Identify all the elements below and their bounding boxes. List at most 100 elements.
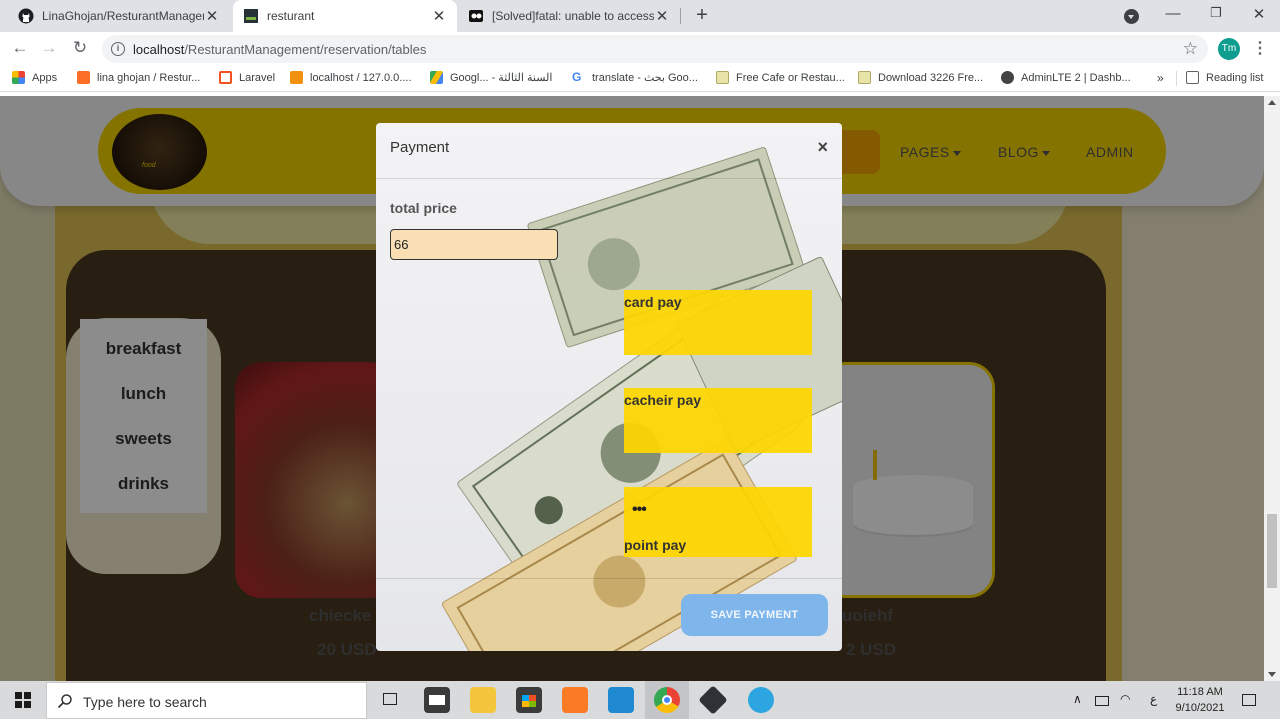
github-icon	[18, 8, 34, 24]
total-price-input[interactable]	[390, 229, 558, 260]
tab-resturant[interactable]: resturant ✕	[233, 0, 457, 32]
bookmark-label: Apps	[32, 71, 58, 84]
reading-list-label: Reading list	[1206, 71, 1264, 84]
bookmark-label: Free Cafe or Restau...	[736, 71, 845, 84]
tab-title: resturant	[267, 9, 315, 23]
image-icon	[858, 71, 871, 84]
wifi-icon[interactable]: ◠	[1120, 692, 1130, 706]
bookmark-laravel[interactable]: Laravel	[219, 71, 275, 84]
cashier-pay-option[interactable]: cacheir pay	[624, 388, 812, 453]
bookmark-gitlab[interactable]: lina ghojan / Restur...	[77, 71, 200, 84]
gitlab-icon	[77, 71, 90, 84]
xampp-icon[interactable]	[562, 687, 588, 713]
google-drive-icon	[430, 71, 443, 84]
bookmark-label: translate - بحث Goo...	[592, 72, 698, 84]
bookmark-translate[interactable]: Gtranslate - بحث Goo...	[572, 71, 698, 84]
url-host: localhost	[133, 42, 185, 57]
bookmark-adminlte[interactable]: AdminLTE 2 | Dashb...	[1001, 71, 1131, 84]
back-icon[interactable]: ←	[9, 38, 31, 58]
store-icon[interactable]	[516, 687, 542, 713]
reading-list[interactable]: Reading list	[1186, 71, 1263, 84]
modal-title: Payment	[390, 139, 450, 156]
tab-title: [Solved]fatal: unable to access : C	[492, 9, 654, 23]
card-pay-option[interactable]: card pay	[624, 290, 812, 355]
tab-solved[interactable]: [Solved]fatal: unable to access : C ✕	[458, 0, 680, 32]
window-close-icon[interactable]: ✕	[1249, 5, 1269, 23]
bookmark-apps[interactable]: Apps	[12, 71, 57, 84]
bookmarks-more-icon[interactable]: »	[1157, 71, 1164, 85]
taskbar-clock[interactable]: 11:18 AM 9/10/2021	[1170, 684, 1230, 716]
bookmark-label: Laravel	[239, 71, 276, 84]
tab-search-icon[interactable]	[1124, 9, 1139, 24]
new-tab-button[interactable]: +	[690, 4, 714, 27]
tab-close-icon[interactable]: ✕	[204, 7, 220, 25]
file-explorer-icon[interactable]	[470, 687, 496, 713]
url-path: /ResturantManagement/reservation/tables	[184, 42, 427, 57]
bookmark-phpmyadmin[interactable]: localhost / 127.0.0....	[290, 71, 412, 84]
apps-grid-icon	[12, 71, 25, 84]
modal-header: Payment ×	[376, 123, 842, 179]
bookmark-google-drive[interactable]: Googl... - السنة الثالثة	[430, 71, 552, 84]
bookmark-label: AdminLTE 2 | Dashb...	[1021, 71, 1131, 84]
page-icon	[244, 9, 258, 23]
windows-taskbar: Type here to search ∧ ◠ ع 11:18 AM 9/10/2…	[0, 681, 1280, 719]
tab-close-icon[interactable]: ✕	[654, 7, 670, 25]
bookmarks-bar: Apps lina ghojan / Restur... Laravel loc…	[0, 66, 1280, 92]
url-text: localhost/ResturantManagement/reservatio…	[133, 42, 426, 57]
restore-icon[interactable]: ❐	[1206, 5, 1226, 21]
page-scrollbar[interactable]	[1264, 96, 1280, 681]
reading-list-icon	[1186, 71, 1199, 84]
bookmark-free-cafe[interactable]: Free Cafe or Restau...	[716, 71, 845, 84]
dots-icon: •••	[632, 501, 647, 518]
clock-time: 11:18 AM	[1177, 686, 1223, 698]
forward-icon[interactable]: →	[38, 38, 60, 58]
bookmark-label: Googl... - السنة الثالثة	[450, 72, 553, 84]
profile-avatar[interactable]: Tm	[1218, 38, 1240, 60]
battery-icon[interactable]	[1095, 696, 1109, 706]
cashier-pay-label: cacheir pay	[624, 392, 702, 408]
point-pay-option[interactable]: ••• point pay	[624, 487, 812, 557]
language-indicator[interactable]: ع	[1150, 692, 1157, 706]
google-icon: G	[572, 71, 585, 84]
tray-chevron-icon[interactable]: ∧	[1073, 692, 1082, 706]
notifications-icon[interactable]	[1242, 694, 1256, 706]
point-pay-label: point pay	[624, 537, 687, 553]
bookmark-label: lina ghojan / Restur...	[97, 71, 201, 84]
total-price-label: total price	[390, 200, 457, 216]
modal-footer-divider	[376, 578, 842, 579]
vscode-icon[interactable]	[608, 687, 634, 713]
bookmark-download[interactable]: Download 3226 Fre...	[858, 71, 983, 84]
scroll-up-icon[interactable]	[1268, 100, 1276, 105]
tab-close-icon[interactable]: ✕	[431, 7, 447, 25]
tab-title: LinaGhojan/ResturantManageme	[42, 9, 204, 23]
minimize-icon[interactable]: —	[1163, 5, 1183, 22]
tab-strip: LinaGhojan/ResturantManageme ✕ resturant…	[0, 0, 1280, 32]
page-viewport: food PAGES BLOG ADMIN breakfast lunch sw…	[0, 96, 1264, 681]
info-icon[interactable]: i	[111, 42, 125, 56]
globe-icon	[1001, 71, 1014, 84]
close-icon[interactable]: ×	[817, 137, 828, 158]
chrome-icon[interactable]	[654, 687, 680, 713]
tab-github[interactable]: LinaGhojan/ResturantManageme ✕	[8, 0, 230, 32]
bookmark-star-icon[interactable]: ☆	[1183, 39, 1198, 59]
git-icon[interactable]	[698, 685, 728, 715]
bookmark-label: Download 3226 Fre...	[878, 71, 984, 84]
address-bar[interactable]: i localhost/ResturantManagement/reservat…	[102, 35, 1208, 63]
laravel-icon	[219, 71, 232, 84]
windows-start-icon[interactable]	[15, 692, 31, 708]
search-placeholder: Type here to search	[83, 694, 207, 710]
task-view-icon[interactable]	[378, 687, 404, 713]
image-icon	[716, 71, 729, 84]
mail-icon[interactable]	[424, 687, 450, 713]
search-icon	[57, 694, 72, 709]
telegram-icon[interactable]	[748, 687, 774, 713]
taskbar-search[interactable]: Type here to search	[46, 682, 367, 719]
scroll-down-icon[interactable]	[1268, 672, 1276, 677]
menu-kebab-icon[interactable]: ⋮	[1252, 38, 1268, 58]
site-icon	[469, 10, 483, 22]
card-pay-label: card pay	[624, 294, 682, 310]
reload-icon[interactable]: ↻	[69, 38, 91, 58]
phpmyadmin-icon	[290, 71, 303, 84]
scrollbar-thumb[interactable]	[1267, 514, 1277, 588]
save-payment-button[interactable]: SAVE PAYMENT	[681, 594, 828, 636]
